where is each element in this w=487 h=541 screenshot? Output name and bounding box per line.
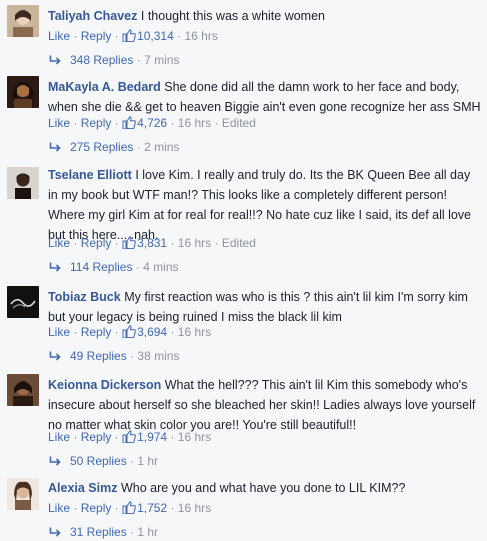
- comment-text: Tobiaz Buck My first reaction was who is…: [48, 287, 481, 327]
- comment-time[interactable]: 16 hrs: [178, 501, 211, 515]
- comment-text: Keionna Dickerson What the hell??? This …: [48, 375, 481, 435]
- like-count-value: 3,694: [137, 325, 168, 339]
- like-count-value: 10,314: [137, 29, 174, 43]
- comment-author[interactable]: MaKayla A. Bedard: [48, 80, 161, 94]
- comment-author[interactable]: Keionna Dickerson: [48, 378, 161, 392]
- avatar[interactable]: [7, 167, 39, 199]
- reply-button[interactable]: Reply: [81, 116, 112, 130]
- comment-author[interactable]: Alexia Simz: [48, 481, 117, 495]
- like-count[interactable]: 1,974: [122, 430, 167, 444]
- reply-arrow-icon: [49, 351, 61, 361]
- reply-arrow-icon: [49, 262, 61, 272]
- like-count-value: 3,831: [137, 236, 168, 250]
- replies-count[interactable]: 31 Replies: [70, 525, 127, 539]
- like-count[interactable]: 10,314: [122, 29, 174, 43]
- thumbs-up-icon: [122, 116, 136, 129]
- comment-text: Alexia Simz Who are you and what have yo…: [48, 478, 481, 498]
- replies-time: 4 mins: [143, 260, 179, 274]
- like-button[interactable]: Like: [48, 116, 70, 130]
- view-replies[interactable]: 49 Replies · 38 mins: [49, 348, 179, 364]
- replies-time: 1 hr: [137, 454, 159, 468]
- comment-actions: Like · Reply · 1,974 · 16 hrs: [48, 430, 212, 444]
- comment-time[interactable]: 16 hrs: [178, 430, 211, 444]
- thumbs-up-icon: [122, 29, 136, 42]
- reply-button[interactable]: Reply: [81, 29, 112, 43]
- replies-count[interactable]: 348 Replies: [70, 53, 133, 67]
- like-button[interactable]: Like: [48, 501, 70, 515]
- reply-button[interactable]: Reply: [81, 236, 112, 250]
- avatar[interactable]: [7, 286, 39, 318]
- like-count-value: 1,752: [137, 501, 168, 515]
- replies-time: 1 hr: [137, 525, 159, 539]
- view-replies[interactable]: 348 Replies · 7 mins: [49, 52, 179, 68]
- like-count[interactable]: 3,694: [122, 325, 167, 339]
- replies-time: 7 mins: [144, 53, 180, 67]
- comment-time[interactable]: 16 hrs: [178, 116, 211, 130]
- like-count-value: 4,726: [137, 116, 168, 130]
- reply-button[interactable]: Reply: [81, 501, 112, 515]
- thumbs-up-icon: [122, 430, 136, 443]
- view-replies[interactable]: 275 Replies · 2 mins: [49, 139, 179, 155]
- replies-count[interactable]: 50 Replies: [70, 454, 127, 468]
- view-replies[interactable]: 114 Replies · 4 mins: [49, 259, 179, 275]
- replies-time: 38 mins: [137, 349, 180, 363]
- view-replies[interactable]: 31 Replies · 1 hr: [49, 524, 158, 540]
- like-count[interactable]: 1,752: [122, 501, 167, 515]
- comment-actions: Like · Reply · 1,752 · 16 hrs: [48, 501, 212, 515]
- replies-count[interactable]: 275 Replies: [70, 140, 133, 154]
- like-button[interactable]: Like: [48, 325, 70, 339]
- reply-arrow-icon: [49, 142, 61, 152]
- comment-time[interactable]: 16 hrs: [178, 236, 211, 250]
- like-button[interactable]: Like: [48, 430, 70, 444]
- comment-author[interactable]: Tselane Elliott: [48, 168, 132, 182]
- avatar[interactable]: [7, 5, 39, 37]
- thumbs-up-icon: [122, 236, 136, 249]
- comment-text: MaKayla A. Bedard She done did all the d…: [48, 77, 481, 117]
- avatar[interactable]: [7, 76, 39, 108]
- comment-author[interactable]: Taliyah Chavez: [48, 9, 137, 23]
- like-count[interactable]: 4,726: [122, 116, 167, 130]
- avatar[interactable]: [7, 478, 39, 510]
- replies-count[interactable]: 114 Replies: [70, 260, 132, 274]
- like-button[interactable]: Like: [48, 236, 70, 250]
- reply-arrow-icon: [49, 55, 61, 65]
- thumbs-up-icon: [122, 501, 136, 514]
- reply-arrow-icon: [49, 527, 61, 537]
- like-button[interactable]: Like: [48, 29, 70, 43]
- comment-actions: Like · Reply · 3,831 · 16 hrs · Edited: [48, 236, 256, 250]
- edited-label[interactable]: Edited: [222, 116, 256, 130]
- comment-time[interactable]: 16 hrs: [184, 29, 217, 43]
- comment-body: Who are you and what have you done to LI…: [120, 481, 406, 495]
- reply-button[interactable]: Reply: [81, 430, 112, 444]
- reply-button[interactable]: Reply: [81, 325, 112, 339]
- like-count-value: 1,974: [137, 430, 168, 444]
- comment-author[interactable]: Tobiaz Buck: [48, 290, 121, 304]
- view-replies[interactable]: 50 Replies · 1 hr: [49, 453, 158, 469]
- thumbs-up-icon: [122, 325, 136, 338]
- comment-actions: Like · Reply · 10,314 · 16 hrs: [48, 29, 218, 43]
- like-count[interactable]: 3,831: [122, 236, 167, 250]
- edited-label[interactable]: Edited: [222, 236, 256, 250]
- replies-time: 2 mins: [144, 140, 180, 154]
- comment-text: Tselane Elliott I love Kim. I really and…: [48, 165, 481, 245]
- comment-text: Taliyah Chavez I thought this was a whit…: [48, 6, 481, 26]
- comment-actions: Like · Reply · 3,694 · 16 hrs: [48, 325, 212, 339]
- comment-body: I thought this was a white women: [140, 9, 325, 23]
- avatar[interactable]: [7, 374, 39, 406]
- replies-count[interactable]: 49 Replies: [70, 349, 127, 363]
- comment-time[interactable]: 16 hrs: [178, 325, 211, 339]
- comment-actions: Like · Reply · 4,726 · 16 hrs · Edited: [48, 116, 256, 130]
- reply-arrow-icon: [49, 456, 61, 466]
